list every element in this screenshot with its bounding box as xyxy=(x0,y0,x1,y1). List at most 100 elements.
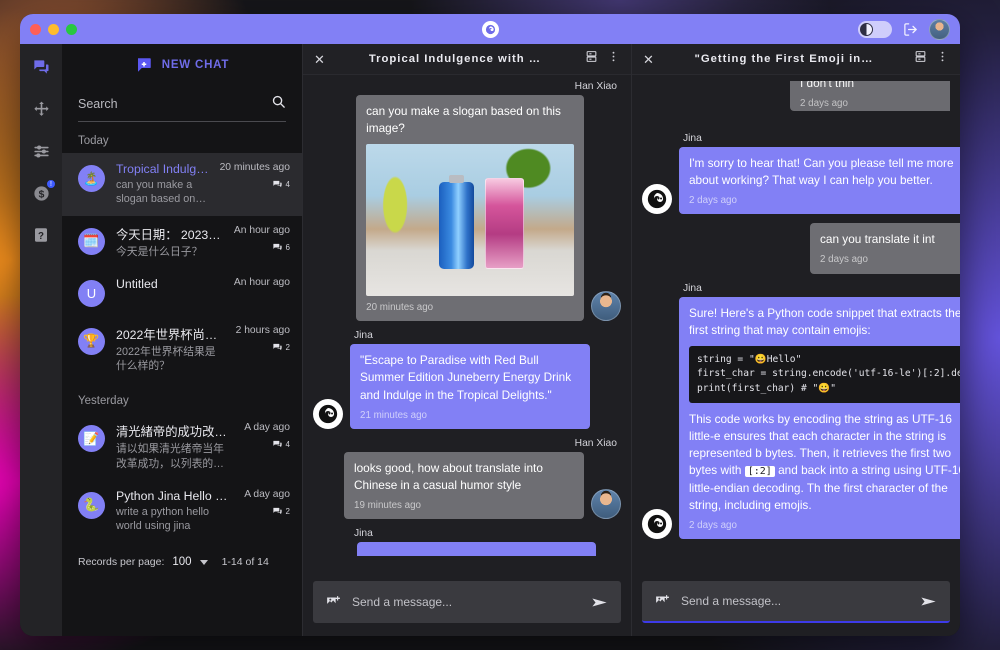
message-text: "Escape to Paradise with Red Bull Summer… xyxy=(360,353,572,402)
message-sender: Jina xyxy=(683,133,702,144)
chat-title: Tropical Indulg… xyxy=(116,162,209,176)
records-range: 1-14 of 14 xyxy=(221,556,269,569)
code-block[interactable]: string = "😀Hello" first_char = string.en… xyxy=(689,345,960,404)
panel-title: Tropical Indulgence with … xyxy=(368,53,542,65)
message-sender: Han Xiao xyxy=(574,81,617,92)
message-row: Han Xiao looks good, how about translate… xyxy=(313,438,621,520)
theme-toggle-icon[interactable] xyxy=(858,20,892,38)
rail-item-move[interactable] xyxy=(30,98,52,120)
panel-tropical: ✕ Tropical Indulgence with … Han Xiao ca… xyxy=(302,44,631,636)
chat-list-item[interactable]: 🏝️ Tropical Indulg… can you make a sloga… xyxy=(62,153,302,216)
message-list[interactable]: Han Xiao can you make a slogan based on … xyxy=(303,75,631,572)
bot-avatar-icon xyxy=(642,184,672,215)
count-value: 2 xyxy=(285,342,290,352)
chat-preview: 请以如果清光绪帝当年改革成功，以列表的方式… xyxy=(116,443,224,470)
message-row: can you translate it int 2 days ago xyxy=(642,223,960,274)
message-row: Jina Sure! Here's a Python code snippet … xyxy=(642,283,960,540)
chat-count-icon xyxy=(272,343,282,350)
count-value: 2 xyxy=(285,506,290,516)
message-time: 2 days ago xyxy=(689,520,737,532)
user-avatar[interactable] xyxy=(929,18,950,40)
more-vertical-icon[interactable] xyxy=(607,50,620,68)
svg-text:?: ? xyxy=(38,231,44,242)
rail-item-settings[interactable] xyxy=(30,140,52,162)
message-row: I don't thin 2 days ago xyxy=(642,81,950,111)
count-value: 4 xyxy=(285,180,290,189)
message-text: I don't thin xyxy=(800,81,855,90)
message-input[interactable] xyxy=(352,595,580,609)
conversation-panels: ✕ Tropical Indulgence with … Han Xiao ca… xyxy=(302,44,960,636)
records-per-page-label: Records per page: xyxy=(78,556,165,569)
chat-title: Untitled xyxy=(116,276,158,291)
message-count: 2 xyxy=(272,506,290,517)
chat-list-item[interactable]: 🗓️ 今天日期： 2023年… 今天是什么日子？ An hour ago 6 xyxy=(62,216,302,268)
message-time: 19 minutes ago xyxy=(354,500,421,512)
svg-text:$: $ xyxy=(38,189,44,200)
message-row: Jina "Escape to Paradise with Red Bull S… xyxy=(313,330,621,429)
chat-list[interactable]: Today 🏝️ Tropical Indulg… can you make a… xyxy=(62,122,302,636)
split-view-icon[interactable] xyxy=(914,50,927,68)
count-value: 4 xyxy=(285,440,290,450)
title-bar xyxy=(20,14,960,44)
chat-time: An hour ago xyxy=(233,276,290,288)
chat-list-item[interactable]: 📝 清光緒帝的成功改革… 请以如果清光绪帝当年改革成功，以列表的方式… A da… xyxy=(62,413,302,480)
maximize-window-button[interactable] xyxy=(66,23,77,35)
new-chat-button[interactable]: NEW CHAT xyxy=(62,44,302,86)
more-vertical-icon[interactable] xyxy=(936,50,949,68)
message-bubble[interactable]: Sure! Here's a Python code snippet that … xyxy=(679,296,960,540)
records-per-page-value[interactable]: 100 xyxy=(172,556,191,568)
new-chat-bubble-icon xyxy=(135,56,153,74)
message-bubble[interactable]: looks good, how about translate into Chi… xyxy=(344,451,584,520)
chat-title: 今天日期： 2023年… xyxy=(116,227,223,242)
split-view-icon[interactable] xyxy=(585,50,598,68)
message-list[interactable]: I don't thin 2 days ago Jina I'm sorry t… xyxy=(632,75,960,572)
avatar xyxy=(591,291,621,322)
search-input[interactable] xyxy=(78,97,271,111)
minimize-window-button[interactable] xyxy=(48,23,59,35)
jina-logo-icon xyxy=(481,20,499,38)
message-time: 20 minutes ago xyxy=(366,302,434,314)
message-row: Jina xyxy=(313,528,621,557)
rail-item-help[interactable]: ? xyxy=(30,224,52,246)
chat-time: 20 minutes ago xyxy=(219,162,290,173)
message-bubble[interactable]: can you make a slogan based on this imag… xyxy=(356,95,584,322)
message-bubble[interactable]: "Escape to Paradise with Red Bull Summer… xyxy=(350,344,590,429)
chat-list-item[interactable]: 🏆 2022年世界杯尚未… 2022年世界杯结果是什么样的？ 2 hours a… xyxy=(62,316,302,383)
logout-icon[interactable] xyxy=(903,22,918,37)
chat-count-icon xyxy=(272,507,282,514)
add-image-icon[interactable] xyxy=(654,593,671,610)
close-icon[interactable]: ✕ xyxy=(643,53,654,66)
add-image-icon[interactable] xyxy=(325,594,342,611)
inline-code-chip: [:2] xyxy=(744,466,775,478)
message-count: 2 xyxy=(272,342,290,353)
close-window-button[interactable] xyxy=(30,23,41,35)
chevron-down-icon[interactable] xyxy=(199,559,208,565)
bot-avatar-icon xyxy=(642,509,672,540)
bot-avatar-icon xyxy=(313,398,343,429)
chat-time: A day ago xyxy=(244,488,290,500)
message-bubble[interactable]: I don't thin 2 days ago xyxy=(790,81,950,111)
window-controls[interactable] xyxy=(30,23,77,35)
records-per-page[interactable]: Records per page: 100 1-14 of 14 xyxy=(62,542,302,586)
message-bubble[interactable]: can you translate it int 2 days ago xyxy=(810,223,960,274)
search-icon[interactable] xyxy=(271,94,286,114)
chat-preview: 今天是什么日子？ xyxy=(116,245,203,258)
message-bubble[interactable] xyxy=(356,542,597,557)
message-text: looks good, how about translate into Chi… xyxy=(354,460,543,492)
attached-image[interactable] xyxy=(366,144,574,297)
chat-list-item[interactable]: 🐍 Python Jina Hello Wo… write a python h… xyxy=(62,480,302,543)
chat-time: A day ago xyxy=(244,422,290,434)
search-box[interactable] xyxy=(78,94,286,122)
rail-item-chats[interactable] xyxy=(30,56,52,78)
send-icon[interactable] xyxy=(919,592,938,611)
send-icon[interactable] xyxy=(590,593,609,612)
rail-item-billing[interactable]: $ ! xyxy=(30,179,56,204)
message-time: 2 days ago xyxy=(820,254,868,266)
message-bubble[interactable]: I'm sorry to hear that! Can you please t… xyxy=(679,147,960,215)
message-input[interactable] xyxy=(681,594,909,608)
chat-list-item[interactable]: U Untitled An hour ago xyxy=(62,268,302,316)
panel-header: ✕ "Getting the First Emoji in… xyxy=(632,44,960,75)
close-icon[interactable]: ✕ xyxy=(314,53,325,66)
panel-emoji: ✕ "Getting the First Emoji in… I don't t… xyxy=(631,44,960,636)
panel-title: "Getting the First Emoji in… xyxy=(694,53,874,65)
